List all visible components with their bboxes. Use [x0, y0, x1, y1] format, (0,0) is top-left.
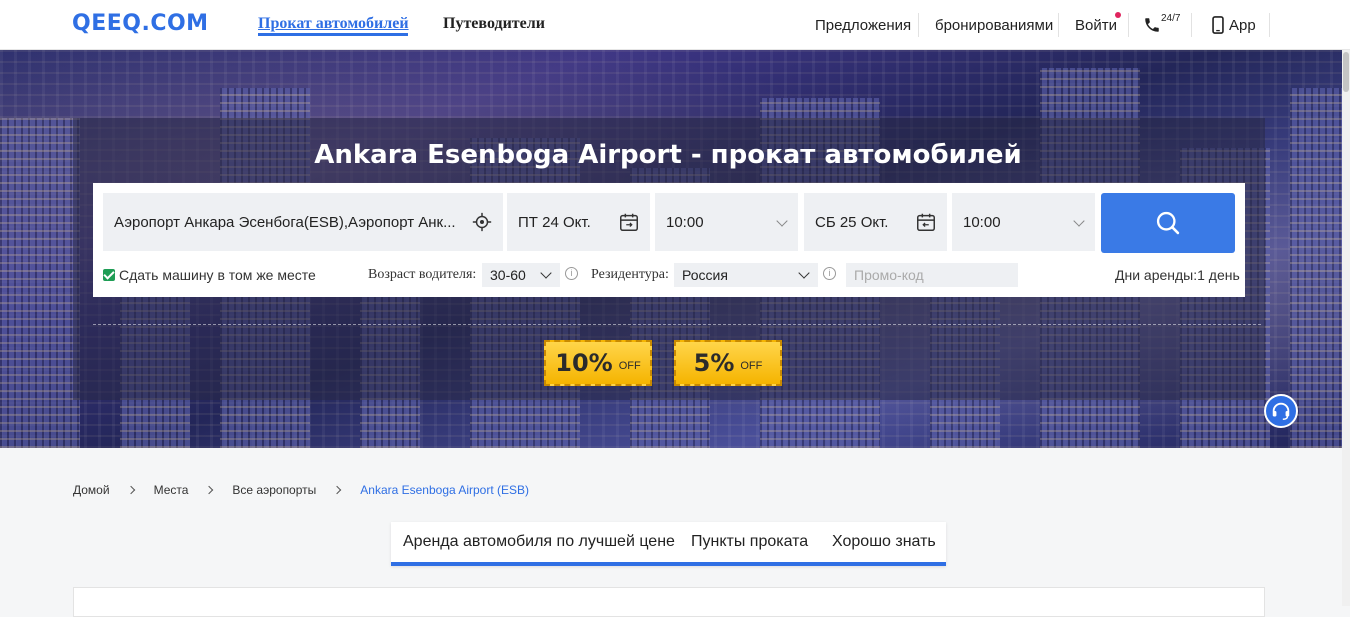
content-tabs: Аренда автомобиля по лучшей цене Пункты …: [391, 522, 946, 566]
phone-icon: [1145, 18, 1159, 32]
breadcrumb-current: Ankara Esenboga Airport (ESB): [360, 483, 530, 497]
nav-login-link[interactable]: Войти: [1075, 0, 1117, 50]
rental-days-label: Дни аренды:1 день: [1115, 267, 1240, 283]
nav-active-indicator: [258, 33, 408, 36]
site-logo[interactable]: QEEQ.COM: [72, 11, 209, 36]
chevron-down-icon: [1073, 215, 1085, 227]
return-date-value: СБ 25 Окт.: [815, 213, 889, 231]
residence-select[interactable]: Россия: [674, 263, 818, 287]
coupon-percent: 5%: [693, 349, 735, 377]
nav-divider: [918, 13, 919, 37]
breadcrumb-places[interactable]: Места: [154, 483, 189, 497]
nav-divider: [1269, 13, 1270, 37]
pickup-time-select[interactable]: 10:00: [655, 193, 798, 251]
tab-best-price[interactable]: Аренда автомобиля по лучшей цене: [403, 533, 675, 551]
nav-divider: [1128, 13, 1129, 37]
driver-age-select[interactable]: 30-60: [482, 263, 560, 287]
return-time-select[interactable]: 10:00: [952, 193, 1095, 251]
pickup-time-value: 10:00: [666, 213, 704, 231]
promo-code-input[interactable]: [846, 263, 1018, 287]
same-place-label: Сдать машину в том же месте: [119, 267, 316, 283]
hero-building: [1290, 88, 1342, 448]
return-time-value: 10:00: [963, 213, 1001, 231]
pickup-location-value: Аэропорт Анкара Эсенбога(ESB),Аэропорт А…: [114, 213, 456, 231]
nav-guides-link[interactable]: Путеводители: [443, 15, 545, 33]
nav-divider: [1058, 13, 1059, 37]
coupon-percent: 10%: [555, 349, 613, 377]
scrollbar-thumb[interactable]: [1343, 52, 1349, 92]
coupon-off-label: OFF: [740, 360, 763, 372]
same-place-checkbox[interactable]: Сдать машину в том же месте: [103, 263, 316, 287]
chevron-right-icon: [205, 485, 214, 495]
app-label: App: [1229, 16, 1256, 34]
chevron-down-icon: [798, 267, 810, 279]
breadcrumb-airports[interactable]: Все аэропорты: [232, 483, 316, 497]
customer-support-button[interactable]: [1264, 394, 1298, 428]
dashed-divider: [93, 324, 1261, 325]
page-title: Ankara Esenboga Airport - прокат автомоб…: [314, 140, 1022, 170]
info-icon[interactable]: i: [565, 267, 578, 280]
calendar-icon: [917, 213, 935, 231]
content-card: [73, 587, 1265, 617]
smartphone-icon: [1212, 16, 1224, 34]
coupon-10-off[interactable]: 10% OFF: [544, 340, 652, 386]
breadcrumb: Домой Места Все аэропорты Ankara Esenbog…: [73, 482, 529, 498]
driver-age-value: 30-60: [490, 267, 526, 283]
pickup-date-field[interactable]: ПТ 24 Окт.: [507, 193, 650, 251]
driver-age-label: Возраст водителя:: [368, 267, 477, 282]
residence-value: Россия: [682, 267, 728, 283]
notification-dot: [1115, 12, 1121, 18]
breadcrumb-home[interactable]: Домой: [73, 483, 110, 497]
headset-icon: [1272, 402, 1290, 420]
coupon-off-label: OFF: [618, 360, 641, 372]
tab-rental-locations[interactable]: Пункты проката: [691, 533, 808, 551]
search-form: Аэропорт Анкара Эсенбога(ESB),Аэропорт А…: [93, 183, 1245, 297]
coupon-5-off[interactable]: 5% OFF: [674, 340, 782, 386]
chevron-right-icon: [333, 485, 342, 495]
top-navigation: QEEQ.COM Прокат автомобилей Путеводители…: [0, 0, 1350, 50]
return-date-field[interactable]: СБ 25 Окт.: [804, 193, 947, 251]
nav-offers-link[interactable]: Предложения: [815, 0, 911, 50]
search-button[interactable]: [1101, 193, 1235, 253]
support-24-7-link[interactable]: 24/7: [1143, 0, 1180, 50]
residence-label: Резидентура:: [591, 267, 669, 282]
nav-divider: [1191, 13, 1192, 37]
chevron-right-icon: [126, 485, 135, 495]
chevron-down-icon: [540, 267, 552, 279]
pickup-location-field[interactable]: Аэропорт Анкара Эсенбога(ESB),Аэропорт А…: [103, 193, 503, 251]
hero-building: [0, 118, 80, 448]
pickup-date-value: ПТ 24 Окт.: [518, 213, 591, 231]
search-icon: [1156, 211, 1180, 235]
tab-good-to-know[interactable]: Хорошо знать: [832, 533, 936, 551]
nav-car-rental-link[interactable]: Прокат автомобилей: [258, 15, 409, 33]
nav-bookings-link[interactable]: бронированиями: [935, 0, 1053, 50]
info-icon[interactable]: i: [823, 267, 836, 280]
locate-icon[interactable]: [471, 211, 493, 233]
app-download-link[interactable]: App: [1211, 0, 1256, 50]
chevron-down-icon: [776, 215, 788, 227]
calendar-icon: [620, 213, 638, 231]
page-scrollbar[interactable]: [1342, 50, 1350, 606]
checkbox-checked-icon[interactable]: [103, 269, 115, 281]
support-24-7-label: 24/7: [1161, 12, 1181, 24]
